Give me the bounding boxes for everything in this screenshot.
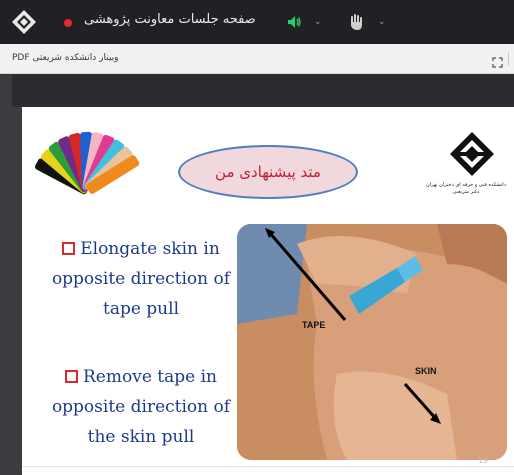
recording-dot-icon [64, 19, 72, 27]
bullet-line: tape pull [102, 299, 180, 319]
skin-label: SKIN [415, 366, 437, 376]
speaker-icon[interactable] [286, 14, 302, 34]
logo-caption-1: دانشکده فنی و حرفه ای دختران تهران [426, 182, 506, 188]
hand-chevron-down-icon[interactable]: ⌄ [378, 17, 386, 27]
file-bar: PDF وبینار دانشکده شریعتی [0, 44, 514, 74]
bullet-remove-tape: Remove tape in opposite direction of the… [46, 362, 236, 452]
expand-icon[interactable] [492, 53, 503, 72]
bullet-box-icon [65, 370, 78, 383]
bullet-line: Remove tape in [83, 367, 217, 387]
university-logo-image [450, 132, 494, 176]
top-bar: صفحه جلسات معاونت پژوهشی ⌄ ⌄ [0, 0, 514, 44]
tab-divider [508, 52, 514, 66]
bullet-line: the skin pull [87, 427, 195, 447]
slide-heading: متد پیشنهادی من [215, 163, 321, 181]
tape-label: TAPE [302, 320, 326, 330]
slide-bottom-rule [22, 466, 514, 467]
app-logo-icon[interactable] [10, 8, 38, 36]
page-number: 19 [478, 456, 489, 465]
speaker-chevron-down-icon[interactable]: ⌄ [314, 17, 322, 27]
page-title: صفحه جلسات معاونت پژوهشی [84, 12, 256, 27]
bullet-elongate-skin: Elongate skin in opposite direction of t… [46, 234, 236, 324]
page-gap [12, 75, 514, 107]
bullet-box-icon [62, 242, 76, 255]
bullet-line: opposite direction of [51, 397, 231, 417]
kinesio-tape-fan-image [35, 131, 140, 195]
logo-caption-2: دکتر شریعتی [452, 189, 480, 195]
bullet-line: Elongate skin in [80, 239, 220, 259]
shoulder-taping-photo [237, 224, 507, 460]
bullet-line: opposite direction of [51, 269, 231, 289]
file-name[interactable]: PDF وبینار دانشکده شریعتی [12, 53, 119, 63]
raise-hand-icon[interactable] [348, 13, 364, 35]
